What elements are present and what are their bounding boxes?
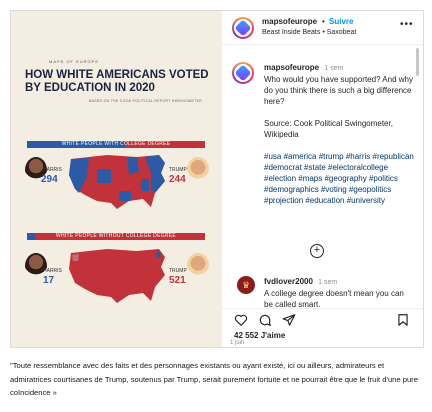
trump-votes-college: 244 bbox=[169, 174, 186, 185]
college-band-label: WHITE PEOPLE WITH COLLEGE DEGREE bbox=[61, 141, 171, 147]
post-header: mapsofeurope • Suivre Beast Inside Beats… bbox=[222, 11, 423, 45]
comment-icon[interactable] bbox=[258, 313, 272, 327]
comment-username[interactable]: fvdlover2000 bbox=[264, 277, 313, 286]
us-map-no-college bbox=[69, 249, 165, 303]
likes-count[interactable]: 42 552 J'aime bbox=[234, 331, 285, 340]
trump-label-no-college: TRUMP bbox=[169, 268, 187, 274]
caption-hashtags[interactable]: #usa #america #trump #harris #republican… bbox=[264, 151, 419, 206]
follow-button[interactable]: Suivre bbox=[329, 17, 353, 26]
heart-icon[interactable] bbox=[234, 313, 248, 327]
harris-label-no-college: HARRIS bbox=[43, 268, 62, 274]
trump-portrait-college bbox=[187, 157, 209, 183]
college-band: WHITE PEOPLE WITH COLLEGE DEGREE bbox=[27, 141, 205, 148]
comment-text: A college degree doesn't mean you can be… bbox=[264, 289, 404, 308]
load-more-comments-icon[interactable]: + bbox=[310, 244, 324, 258]
us-map-college bbox=[69, 155, 165, 209]
post-panel: mapsofeurope • Suivre Beast Inside Beats… bbox=[221, 11, 423, 347]
trump-votes-no-college: 521 bbox=[169, 275, 186, 286]
quote-text: "Toute ressemblance avec des faits et de… bbox=[10, 361, 418, 397]
more-options-icon[interactable]: ••• bbox=[400, 19, 414, 30]
username[interactable]: mapsofeurope bbox=[262, 17, 317, 26]
caption-username[interactable]: mapsofeurope bbox=[264, 63, 319, 72]
harris-label-college: HARRIS bbox=[43, 167, 62, 173]
infographic-brand: MAPS OF EUROPE bbox=[49, 59, 100, 64]
comment: fvdlover2000 1 sem A college degree does… bbox=[264, 276, 414, 308]
post-date: 1 juin bbox=[230, 340, 245, 346]
music-label[interactable]: Beast Inside Beats • Saxobeat bbox=[262, 29, 356, 36]
share-icon[interactable] bbox=[282, 313, 296, 327]
no-college-band-label: WHITE PEOPLE WITHOUT COLLEGE DEGREE bbox=[55, 233, 177, 239]
post-actions: 42 552 J'aime bbox=[222, 308, 423, 348]
infographic-title: HOW WHITE AMERICANS VOTED BY EDUCATION I… bbox=[25, 69, 209, 94]
bookmark-icon[interactable] bbox=[396, 313, 410, 327]
account-avatar[interactable] bbox=[232, 17, 254, 39]
caption-text: Who would you have supported? And why do… bbox=[264, 75, 413, 106]
comments-section[interactable]: mapsofeurope 1 sem Who would you have su… bbox=[222, 46, 423, 308]
comments-scrollbar[interactable] bbox=[416, 48, 419, 76]
instagram-post-frame: MAPS OF EUROPE HOW WHITE AMERICANS VOTED… bbox=[10, 10, 424, 348]
caption-source: Source: Cook Political Swingometer, Wiki… bbox=[264, 119, 393, 139]
comment-time: 1 sem bbox=[318, 279, 338, 286]
infographic-image[interactable]: MAPS OF EUROPE HOW WHITE AMERICANS VOTED… bbox=[11, 11, 221, 347]
caption: mapsofeurope 1 sem Who would you have su… bbox=[264, 62, 419, 217]
harris-votes-college: 294 bbox=[41, 174, 58, 185]
no-college-band: WHITE PEOPLE WITHOUT COLLEGE DEGREE bbox=[27, 233, 205, 240]
trump-portrait-no-college bbox=[187, 253, 209, 279]
separator-dot: • bbox=[322, 17, 325, 26]
harris-votes-no-college: 17 bbox=[43, 275, 55, 286]
trump-label-college: TRUMP bbox=[169, 167, 187, 173]
infographic-subtitle: BASED ON THE COOK POLITICAL REPORT SWING… bbox=[89, 99, 203, 103]
caption-avatar[interactable] bbox=[232, 62, 254, 84]
caption-time: 1 sem bbox=[324, 65, 344, 72]
commenter-avatar[interactable]: ♛ bbox=[237, 276, 255, 294]
